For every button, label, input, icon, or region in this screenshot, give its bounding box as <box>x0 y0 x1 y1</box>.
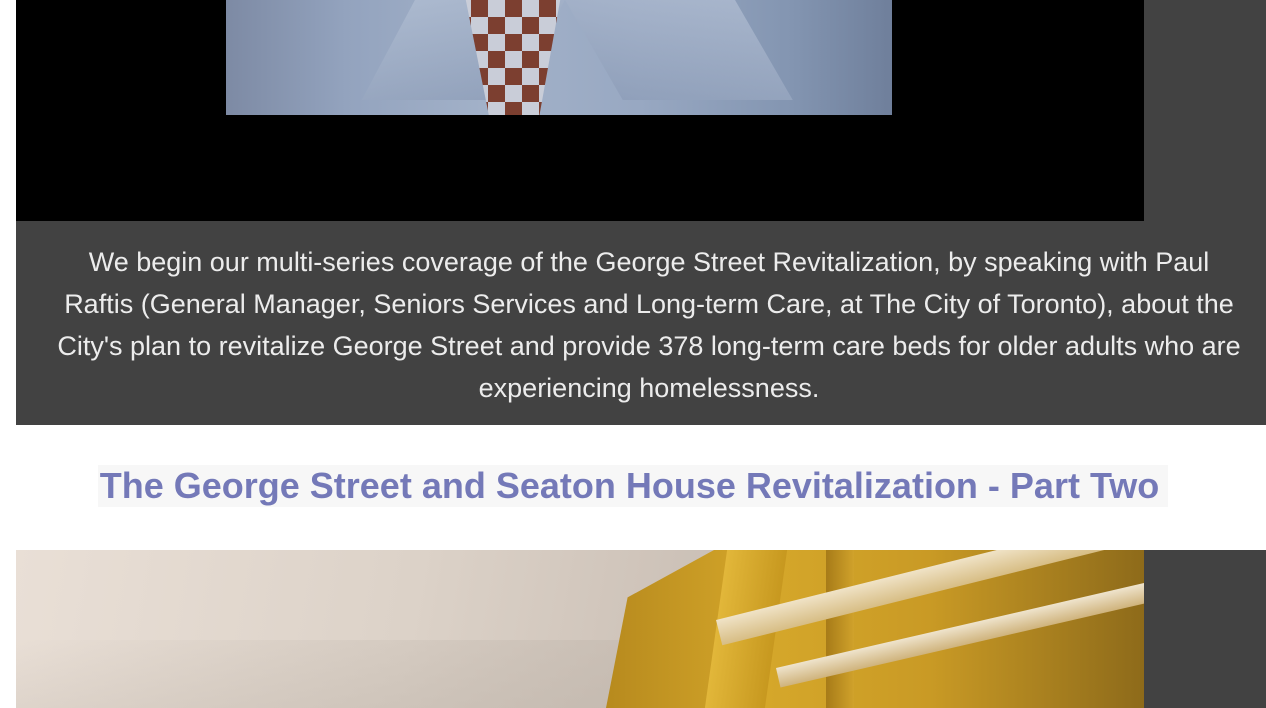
shirt-collar-right <box>559 0 793 100</box>
video-thumbnail-shelf <box>606 550 1144 708</box>
page: We begin our multi-series coverage of th… <box>0 0 1266 708</box>
video-player-part-one[interactable] <box>16 0 1266 221</box>
section-heading-part-two: The George Street and Seaton House Revit… <box>97 465 1169 507</box>
video-frame[interactable] <box>16 550 1144 708</box>
section-heading-container: The George Street and Seaton House Revit… <box>0 465 1266 507</box>
video-player-part-two[interactable] <box>16 550 1266 708</box>
video-caption-box: We begin our multi-series coverage of th… <box>16 221 1266 425</box>
video-thumbnail-wall <box>16 640 656 708</box>
video-frame[interactable] <box>16 0 1144 221</box>
video-thumbnail-shirt-and-tie <box>226 0 892 115</box>
shelf-board <box>826 550 854 708</box>
video-caption-text: We begin our multi-series coverage of th… <box>57 247 1241 403</box>
